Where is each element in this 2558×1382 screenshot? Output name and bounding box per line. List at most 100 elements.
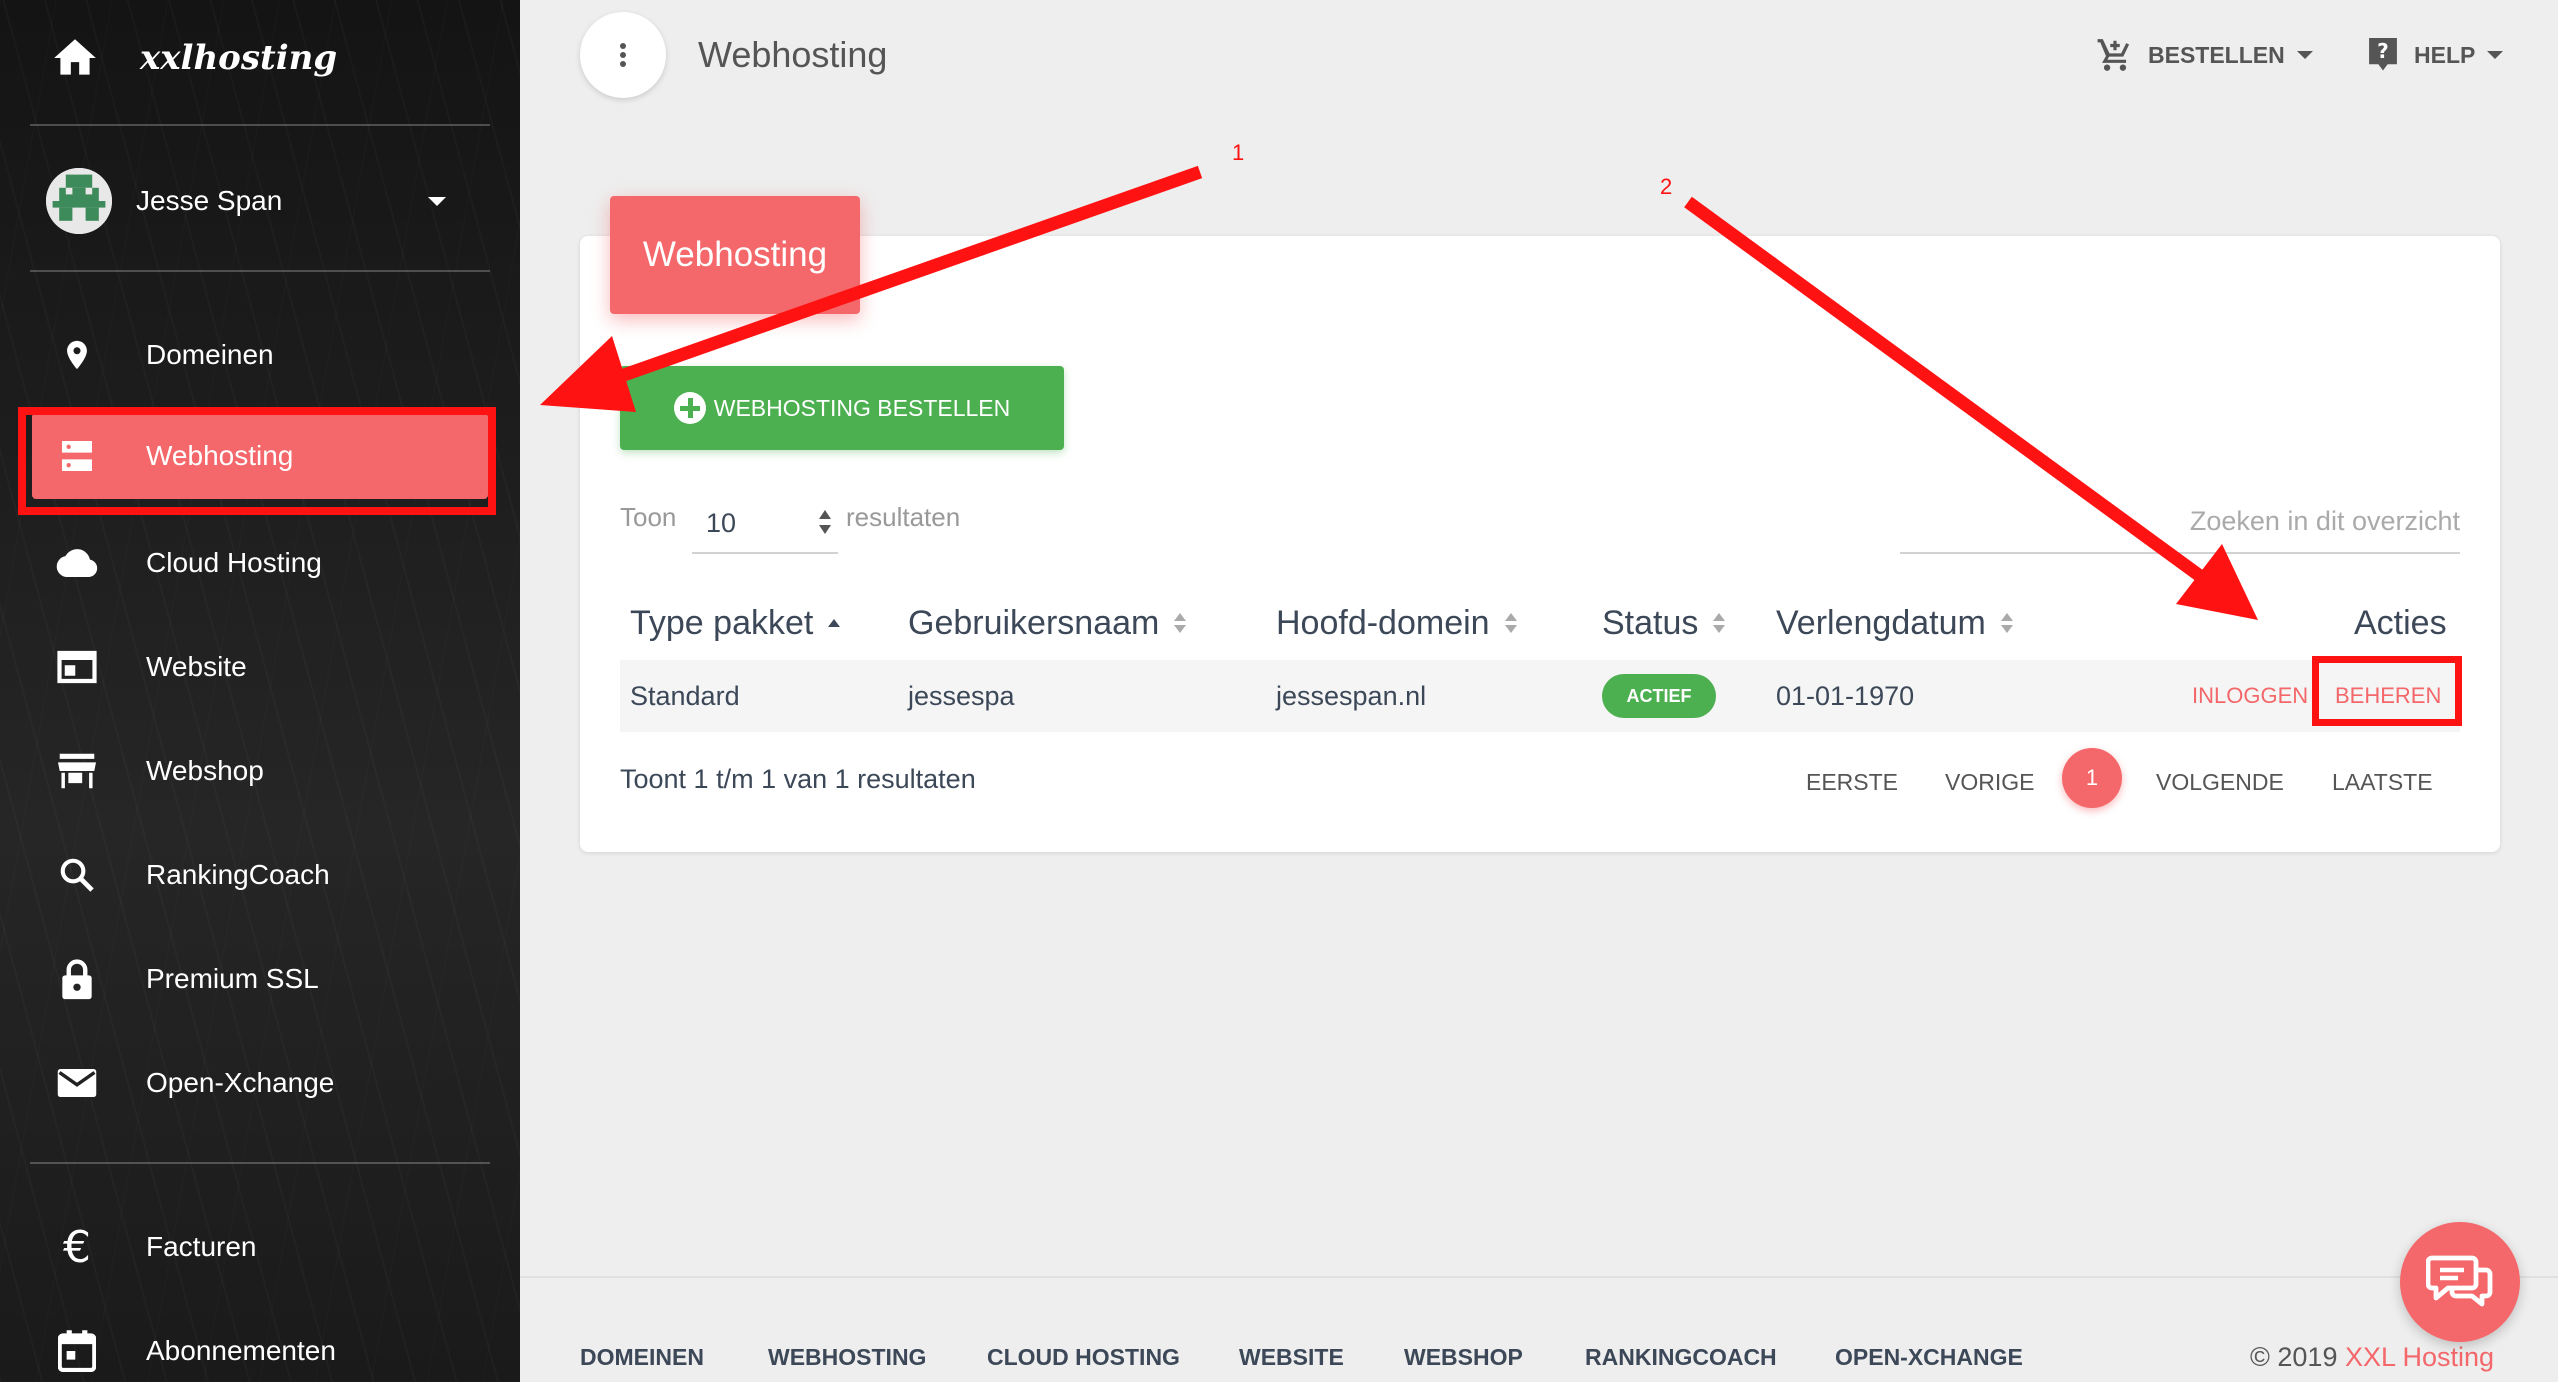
column-header-label: Verlengdatum [1776, 603, 1986, 642]
sidebar-item-rankingcoach[interactable]: RankingCoach [32, 828, 488, 922]
pagination-current[interactable]: 1 [2062, 748, 2122, 808]
footer-link-rankingcoach[interactable]: RANKINGCOACH [1585, 1344, 1777, 1371]
avatar-pattern-icon [46, 168, 112, 234]
results-summary: Toont 1 t/m 1 van 1 resultaten [620, 764, 976, 794]
menu-toggle-button[interactable] [580, 12, 666, 98]
help-menu-label: HELP [2414, 41, 2476, 68]
sidebar-item-label: Domeinen [146, 339, 274, 370]
pagination-last[interactable]: LAATSTE [2332, 762, 2433, 802]
sidebar-item-label: Open-Xchange [146, 1067, 335, 1098]
sidebar-item-website[interactable]: Website [32, 620, 488, 714]
sidebar-item-open-xchange[interactable]: Open-Xchange [32, 1036, 488, 1130]
annotation-highlight-webhosting [18, 407, 496, 515]
more-vertical-icon [620, 43, 626, 67]
sort-updown-icon [1504, 613, 1517, 633]
pagination-first[interactable]: EERSTE [1806, 762, 1898, 802]
column-header-domain[interactable]: Hoofd-domein [1276, 598, 1518, 648]
footer-link-cloud-hosting[interactable]: CLOUD HOSTING [987, 1344, 1180, 1371]
cell-domain: jessespan.nl [1276, 680, 1427, 711]
order-menu-label: BESTELLEN [2148, 41, 2285, 68]
pagination-next[interactable]: VOLGENDE [2156, 762, 2284, 802]
page-title: Webhosting [698, 34, 888, 75]
copyright-brand-link[interactable]: XXL Hosting [2345, 1342, 2494, 1372]
sort-updown-icon [1174, 613, 1187, 633]
mail-icon [56, 1062, 98, 1104]
copyright-prefix: © 2019 [2250, 1342, 2338, 1372]
footer-link-website[interactable]: WEBSITE [1239, 1344, 1344, 1371]
copyright: © 2019 XXL Hosting [2250, 1342, 2494, 1373]
sidebar-divider [30, 270, 490, 272]
sidebar-item-premium-ssl[interactable]: Premium SSL [32, 932, 488, 1026]
avatar [46, 168, 112, 234]
search-input[interactable]: Zoeken in dit overzicht [1900, 496, 2460, 554]
search-icon [56, 854, 98, 896]
home-icon [54, 39, 96, 75]
store-icon [56, 750, 98, 792]
cart-plus-icon [2097, 39, 2130, 71]
sidebar-divider [30, 1162, 490, 1164]
chevron-down-icon [2487, 51, 2504, 59]
location-pin-icon [56, 334, 98, 376]
svg-text:?: ? [2377, 39, 2389, 63]
column-header-label: Status [1602, 603, 1699, 642]
sort-updown-icon [2000, 613, 2013, 633]
table-row [620, 660, 2460, 732]
sidebar-item-label: Website [146, 651, 247, 682]
sidebar-item-webshop[interactable]: Webshop [32, 724, 488, 818]
column-header-status[interactable]: Status [1602, 598, 1726, 648]
annotation-highlight-beheren [2312, 656, 2462, 726]
sort-asc-icon [828, 619, 841, 627]
chevron-down-icon [428, 196, 446, 206]
column-header-type[interactable]: Type pakket [630, 598, 841, 648]
annotation-number-1: 1 [1232, 140, 1245, 165]
sidebar-divider [30, 124, 490, 126]
sidebar-item-domeinen[interactable]: Domeinen [32, 308, 488, 402]
help-menu[interactable]: ? HELP [2366, 30, 2504, 80]
column-header-label: Type pakket [630, 603, 814, 642]
sort-updown-icon [819, 510, 831, 534]
show-label: Toon [620, 502, 677, 532]
calendar-icon [56, 1330, 98, 1372]
brand-name: xxlhosting [140, 38, 338, 78]
footer-link-webshop[interactable]: WEBSHOP [1404, 1344, 1523, 1371]
column-header-username[interactable]: Gebruikersnaam [908, 598, 1187, 648]
order-webhosting-label: WEBHOSTING BESTELLEN [713, 394, 1011, 421]
user-menu[interactable]: Jesse Span [46, 165, 446, 237]
cell-username: jessespa [908, 680, 1015, 711]
sort-updown-icon [1713, 613, 1726, 633]
sidebar-item-label: Cloud Hosting [146, 547, 322, 578]
footer-link-webhosting[interactable]: WEBHOSTING [768, 1344, 926, 1371]
sidebar-item-facturen[interactable]: € Facturen [32, 1200, 488, 1294]
column-header-label: Acties [2354, 603, 2447, 642]
cell-renew-date: 01-01-1970 [1776, 680, 1915, 711]
brand[interactable]: xxlhosting [50, 30, 337, 86]
pagination-prev[interactable]: VORIGE [1945, 762, 2034, 802]
chat-button[interactable] [2400, 1222, 2520, 1342]
page-size-select[interactable]: 10 [692, 494, 838, 554]
order-webhosting-button[interactable]: WEBHOSTING BESTELLEN [620, 366, 1064, 450]
column-header-label: Gebruikersnaam [908, 603, 1160, 642]
column-header-renew-date[interactable]: Verlengdatum [1776, 598, 2014, 648]
cloud-icon [56, 542, 98, 584]
user-name: Jesse Span [136, 185, 283, 216]
order-menu[interactable]: BESTELLEN [2096, 30, 2313, 80]
results-label: resultaten [846, 502, 961, 532]
login-link[interactable]: INLOGGEN [2192, 674, 2308, 718]
footer-link-open-xchange[interactable]: OPEN-XCHANGE [1835, 1344, 2023, 1371]
card-header: Webhosting [610, 196, 860, 314]
column-header-label: Hoofd-domein [1276, 603, 1490, 642]
chat-bubbles-icon [2426, 1255, 2493, 1307]
sidebar: xxlhosting Jesse Span Domeinen Webhostin… [0, 0, 520, 1382]
euro-icon: € [63, 1221, 91, 1273]
cell-type: Standard [630, 680, 740, 711]
sidebar-item-label: Webshop [146, 755, 264, 786]
website-icon [56, 646, 98, 688]
help-icon: ? [2369, 38, 2397, 71]
lock-icon [56, 958, 98, 1000]
chevron-down-icon [2296, 51, 2313, 59]
footer-link-domeinen[interactable]: DOMEINEN [580, 1344, 704, 1371]
sidebar-item-label: Abonnementen [146, 1335, 336, 1366]
sidebar-item-label: Facturen [146, 1231, 257, 1262]
sidebar-item-cloud-hosting[interactable]: Cloud Hosting [32, 516, 488, 610]
sidebar-item-abonnementen[interactable]: Abonnementen [32, 1304, 488, 1382]
